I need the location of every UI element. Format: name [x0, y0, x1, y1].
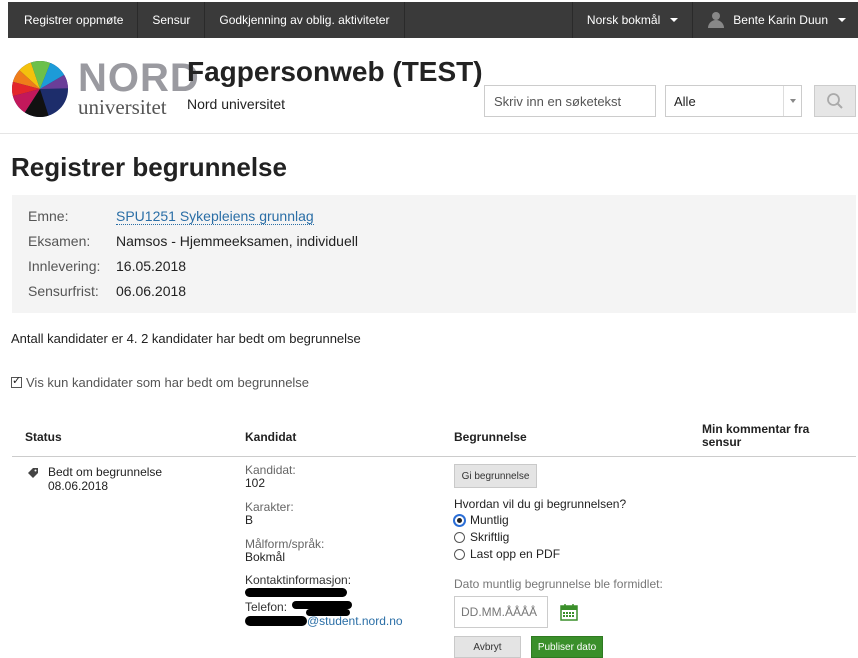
- table-header-divider: [12, 456, 856, 457]
- info-label: Emne:: [28, 208, 69, 224]
- column-header-kommentar: Min kommentar fra sensur: [702, 422, 810, 449]
- cancel-button[interactable]: Avbryt: [454, 636, 521, 658]
- status-date: 08.06.2018: [48, 479, 109, 493]
- chevron-down-icon: [789, 99, 796, 103]
- column-header-kandidat: Kandidat: [245, 430, 297, 444]
- nav-godkjenning[interactable]: Godkjenning av oblig. aktiviteter: [205, 2, 405, 38]
- radio-button[interactable]: [454, 548, 465, 560]
- radio-button[interactable]: [454, 514, 465, 526]
- karakter-block: Karakter: B: [245, 501, 294, 527]
- tag-icon: [28, 468, 38, 478]
- chevron-down-icon: [838, 18, 846, 22]
- search-input[interactable]: [484, 85, 656, 117]
- malform-block: Målform/språk: Bokmål: [245, 538, 324, 564]
- search-filter-value: Alle: [674, 93, 696, 109]
- app-title: Fagpersonweb (TEST): [187, 56, 483, 87]
- delivery-question: Hvordan vil du gi begrunnelsen?: [454, 497, 627, 511]
- user-menu[interactable]: Bente Karin Duun: [692, 2, 858, 38]
- info-label: Eksamen:: [28, 233, 91, 249]
- course-link[interactable]: SPU1251 Sykepleiens grunnlag: [116, 208, 314, 225]
- kandidat-block: Kandidat: 102: [245, 464, 296, 490]
- kandidat-value: 102: [245, 476, 266, 490]
- language-label: Norsk bokmål: [586, 13, 661, 27]
- info-value: Namsos - Hjemmeeksamen, individuell: [116, 233, 358, 249]
- redaction-mark: [292, 601, 352, 609]
- filter-checkbox-row[interactable]: Vis kun kandidater som har bedt om begru…: [11, 374, 310, 390]
- logo-nord-text: NORD: [78, 56, 200, 100]
- search-icon: [827, 93, 843, 109]
- radio-label: Skriftlig: [470, 530, 510, 544]
- candidate-count-text: Antall kandidater er 4. 2 kandidater har…: [11, 331, 361, 346]
- search-button[interactable]: [814, 85, 856, 117]
- status-label: Bedt om begrunnelse: [48, 465, 163, 479]
- info-value: 06.06.2018: [116, 283, 187, 299]
- redaction-mark: [245, 616, 307, 626]
- radio-option-skriftlig[interactable]: Skriftlig: [454, 530, 509, 544]
- user-icon: [707, 12, 725, 28]
- header-divider: [0, 133, 858, 134]
- top-navigation-bar: Registrer oppmøte Sensur Godkjenning av …: [8, 2, 858, 38]
- radio-button[interactable]: [454, 531, 465, 543]
- radio-option-pdf[interactable]: Last opp en PDF: [454, 547, 560, 561]
- nav-registrer-oppmote[interactable]: Registrer oppmøte: [8, 2, 139, 38]
- telefon-label: Telefon:: [245, 600, 288, 614]
- nav-sensur[interactable]: Sensur: [138, 2, 206, 38]
- date-field-label: Dato muntlig begrunnelse ble formidlet:: [454, 577, 663, 591]
- user-name: Bente Karin Duun: [733, 13, 828, 27]
- radio-option-muntlig[interactable]: Muntlig: [454, 513, 509, 527]
- radio-label: Muntlig: [470, 513, 509, 527]
- chevron-down-icon: [670, 18, 679, 22]
- filter-checkbox[interactable]: [11, 374, 22, 388]
- filter-checkbox-label: Vis kun kandidater som har bedt om begru…: [26, 375, 310, 390]
- date-input[interactable]: [454, 596, 548, 628]
- karakter-value: B: [245, 513, 254, 527]
- radio-label: Last opp en PDF: [470, 547, 561, 561]
- redaction-mark: [245, 588, 347, 597]
- info-value: 16.05.2018: [116, 258, 187, 274]
- column-header-begrunnelse: Begrunnelse: [454, 430, 527, 444]
- exam-info-box: Emne: SPU1251 Sykepleiens grunnlag Eksam…: [12, 195, 856, 313]
- page-title: Registrer begrunnelse: [11, 152, 287, 182]
- search-filter-select[interactable]: Alle: [665, 85, 802, 117]
- logo-universitet-text: universitet: [78, 95, 167, 119]
- gi-begrunnelse-button[interactable]: Gi begrunnelse: [454, 464, 537, 488]
- kontakt-label: Kontaktinformasjon:: [245, 573, 352, 587]
- language-menu[interactable]: Norsk bokmål: [571, 2, 692, 38]
- column-header-status: Status: [25, 430, 62, 444]
- malform-value: Bokmål: [245, 550, 286, 564]
- status-cell: Bedt om begrunnelse 08.06.2018: [48, 465, 162, 493]
- app-subtitle: Nord universitet: [187, 96, 286, 112]
- calendar-icon[interactable]: [560, 603, 578, 621]
- email-link[interactable]: @student.nord.no: [307, 615, 403, 628]
- info-label: Innlevering:: [28, 258, 101, 274]
- publish-date-button[interactable]: Publiser dato: [531, 636, 603, 658]
- select-arrow: [783, 86, 801, 116]
- info-label: Sensurfrist:: [28, 283, 99, 299]
- nord-logo-icon: [12, 61, 68, 117]
